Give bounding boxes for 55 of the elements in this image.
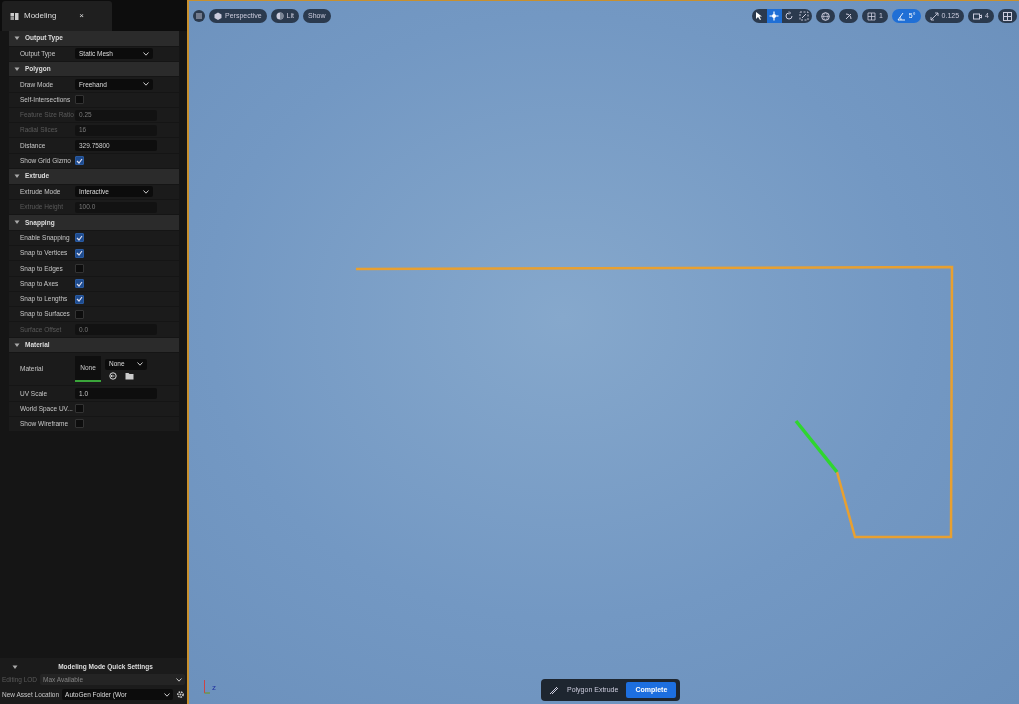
checkbox[interactable]	[75, 263, 84, 273]
checkbox[interactable]	[75, 294, 84, 304]
toolbar-button[interactable]	[838, 9, 858, 23]
angle-icon	[896, 11, 906, 21]
chevron-down-icon	[164, 692, 170, 697]
checkbox[interactable]	[75, 248, 84, 258]
checkmark-icon	[76, 280, 83, 287]
sphere-icon	[275, 12, 284, 20]
toolbar-button[interactable]	[815, 9, 835, 23]
globe-icon	[820, 11, 830, 21]
use-selected-icon[interactable]	[109, 371, 117, 380]
axis-label: z	[212, 682, 216, 694]
layout-icon	[1003, 11, 1012, 21]
cursor-icon	[754, 11, 765, 21]
pencil-icon	[549, 684, 559, 695]
checkmark-icon	[76, 234, 83, 241]
collapse-arrow-icon[interactable]	[12, 664, 18, 671]
tool-button[interactable]	[766, 9, 782, 23]
draw-segment	[794, 419, 839, 474]
chevron-down-icon	[176, 677, 182, 682]
checkmark-icon	[76, 296, 83, 302]
panel-tab[interactable]: Modeling ×	[2, 1, 112, 31]
checkbox[interactable]	[75, 404, 84, 414]
chevron-down-icon	[143, 82, 149, 87]
axis-gizmo-icon	[203, 678, 211, 694]
collapse-arrow-icon[interactable]	[14, 66, 20, 73]
menu-icon[interactable]	[193, 10, 205, 22]
cube-icon	[214, 12, 222, 20]
checkbox[interactable]	[75, 156, 84, 166]
chevron-down-icon	[143, 189, 149, 194]
collapse-arrow-icon[interactable]	[14, 219, 20, 226]
checkmark-icon	[76, 157, 83, 164]
checkbox[interactable]	[75, 279, 84, 289]
scale-arrow-icon	[929, 11, 939, 21]
grid-icon	[866, 11, 876, 21]
settings-icon[interactable]	[176, 690, 185, 699]
surface-snap-icon	[843, 11, 853, 21]
checkbox[interactable]	[75, 95, 84, 105]
chevron-down-icon	[137, 362, 143, 367]
scale-icon	[799, 11, 810, 21]
toolbar-button[interactable]	[998, 9, 1017, 23]
rotate-icon	[784, 11, 795, 21]
collapse-arrow-icon[interactable]	[14, 35, 20, 42]
checkbox[interactable]	[75, 309, 84, 319]
close-button[interactable]: ×	[79, 10, 84, 22]
move-icon	[769, 11, 780, 21]
collapse-arrow-icon[interactable]	[14, 342, 20, 348]
checkmark-icon	[76, 250, 83, 257]
modeling-icon	[10, 11, 19, 21]
tab-title: Modeling	[24, 10, 57, 22]
collapse-arrow-icon[interactable]	[14, 173, 20, 180]
checkbox[interactable]	[75, 419, 84, 429]
camera-icon	[973, 11, 983, 21]
checkbox[interactable]	[75, 233, 84, 243]
chevron-down-icon	[143, 51, 149, 56]
